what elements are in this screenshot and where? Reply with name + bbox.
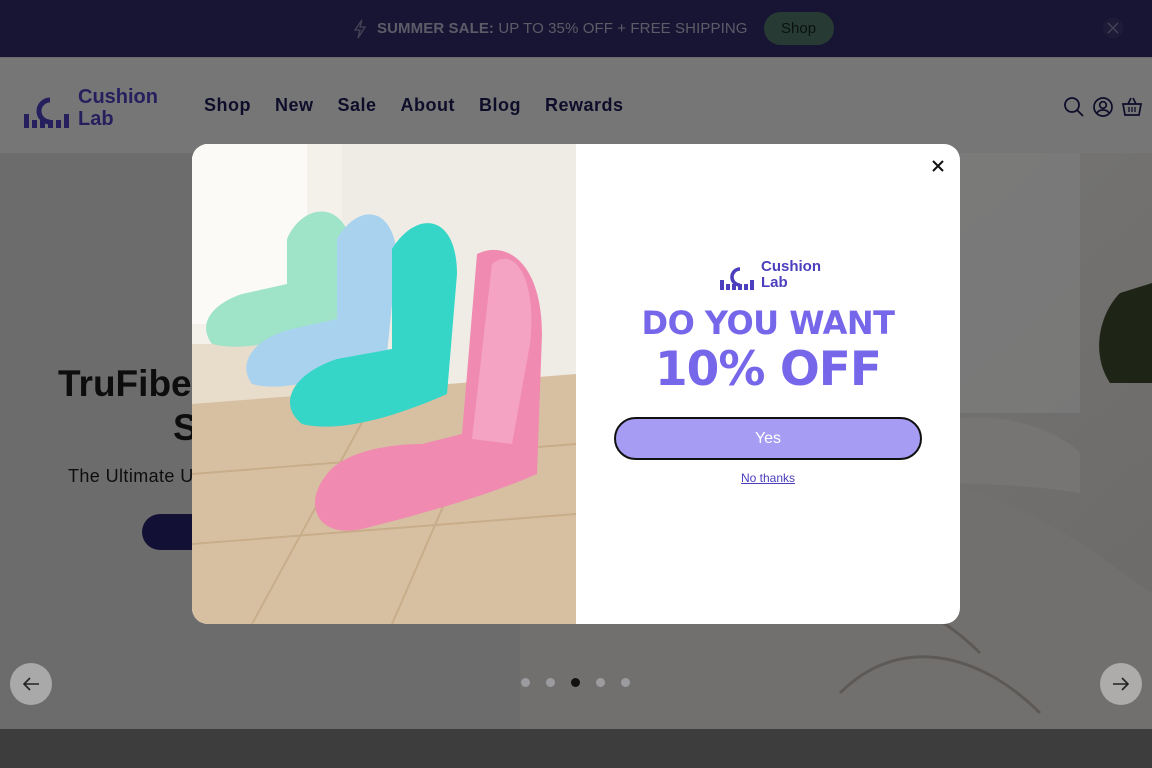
popup-logo-line2: Lab xyxy=(761,274,788,291)
popup-logo-text: Cushion Lab xyxy=(761,259,821,291)
carousel-dot-2[interactable] xyxy=(546,678,555,687)
popup-close-button[interactable] xyxy=(928,156,948,176)
carousel-next-button[interactable] xyxy=(1100,663,1142,705)
popup-logo: Cushion Lab xyxy=(720,259,830,293)
cushions-product-image xyxy=(192,144,576,624)
carousel-dot-4[interactable] xyxy=(596,678,605,687)
carousel-dots xyxy=(521,678,646,687)
carousel-dot-5[interactable] xyxy=(621,678,630,687)
close-icon xyxy=(932,160,944,172)
arrow-left-icon xyxy=(22,677,39,691)
popup-logo-line1: Cushion xyxy=(761,258,821,275)
arrow-right-icon xyxy=(1113,677,1130,691)
logo-mark-icon xyxy=(720,267,754,290)
carousel-prev-button[interactable] xyxy=(10,663,52,705)
discount-popup: Cushion Lab DO YOU WANT 10% OFF Yes No t… xyxy=(192,144,960,624)
carousel-dot-1[interactable] xyxy=(521,678,530,687)
popup-no-thanks-link[interactable]: No thanks xyxy=(576,471,960,485)
popup-headline: DO YOU WANT xyxy=(641,304,896,342)
popup-yes-button[interactable]: Yes xyxy=(614,417,922,460)
carousel-dot-3[interactable] xyxy=(571,678,580,687)
popup-offer: 10% OFF xyxy=(654,342,882,397)
